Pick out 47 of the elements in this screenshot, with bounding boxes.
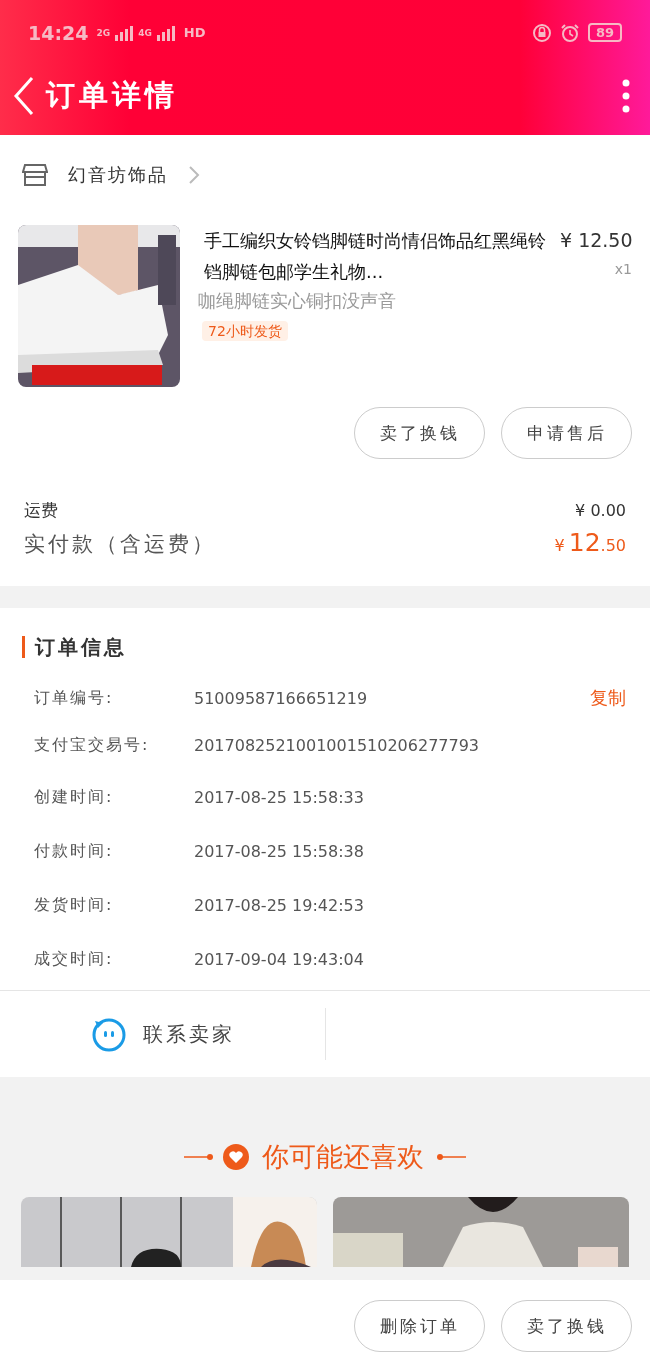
signal-icon — [155, 24, 176, 41]
back-icon[interactable] — [12, 76, 36, 116]
clock-time: 14:24 — [28, 21, 89, 44]
section-title: 你可能还喜欢 — [262, 1140, 424, 1174]
battery-level: 89 — [587, 23, 622, 42]
chat-face-icon — [90, 1016, 127, 1052]
signal-icon — [114, 24, 135, 41]
shop-name[interactable]: 幻音坊饰品 — [68, 163, 168, 187]
copy-link[interactable]: 复制 — [590, 686, 626, 710]
contact-seller-button[interactable]: 联系卖家 — [0, 1008, 326, 1060]
action-button[interactable]: 申请售后 — [501, 407, 632, 459]
info-label: 发货时间: — [34, 894, 115, 916]
hd-label: HD — [183, 25, 206, 40]
network-label: 2G — [96, 27, 111, 38]
product-title[interactable]: 手工编织女铃铛脚链时尚情侣饰品红黑绳铃铛脚链包邮学生礼物... — [204, 225, 548, 287]
info-value: 2017082521001001510206277793 — [194, 735, 481, 755]
info-value: 51009587166651219 — [194, 688, 369, 708]
info-label: 付款时间: — [34, 840, 115, 862]
lock-rotation-icon — [531, 22, 552, 43]
info-label: 创建时间: — [34, 786, 115, 808]
section-title: 订单信息 — [22, 636, 650, 658]
action-button[interactable]: 删除订单 — [354, 1300, 485, 1352]
info-label: 成交时间: — [34, 948, 115, 970]
total-label: 实付款（含运费） — [24, 531, 216, 558]
info-value: 2017-08-25 19:42:53 — [194, 895, 365, 915]
product-variant: 咖绳脚链实心铜扣没声音 — [198, 289, 397, 313]
fee-amount: ¥ 0.00 — [575, 501, 626, 520]
fee-label: 运费 — [24, 499, 58, 522]
dot-line-icon — [184, 1153, 214, 1161]
info-value: 2017-08-25 15:58:33 — [194, 787, 365, 807]
quantity: x1 — [613, 260, 632, 279]
shipping-tag: 72小时发货 — [202, 321, 288, 341]
product-price: ¥ 12.50 — [560, 228, 632, 253]
info-label: 订单编号: — [34, 687, 115, 709]
info-value: 2017-08-25 15:58:38 — [194, 841, 365, 861]
store-icon — [22, 163, 48, 187]
more-menu-icon[interactable] — [622, 79, 630, 113]
action-button[interactable]: 卖了换钱 — [354, 407, 485, 459]
action-button[interactable]: 卖了换钱 — [501, 1300, 632, 1352]
page-title: 订单详情 — [46, 77, 179, 114]
total-amount: ¥ 12.50 — [554, 528, 626, 557]
dot-line-icon — [436, 1153, 466, 1161]
alarm-icon — [559, 22, 580, 43]
network-label: 4G — [138, 27, 152, 38]
info-label: 支付宝交易号: — [34, 734, 151, 756]
info-value: 2017-09-04 19:43:04 — [194, 949, 365, 969]
chevron-right-icon[interactable] — [188, 165, 200, 185]
